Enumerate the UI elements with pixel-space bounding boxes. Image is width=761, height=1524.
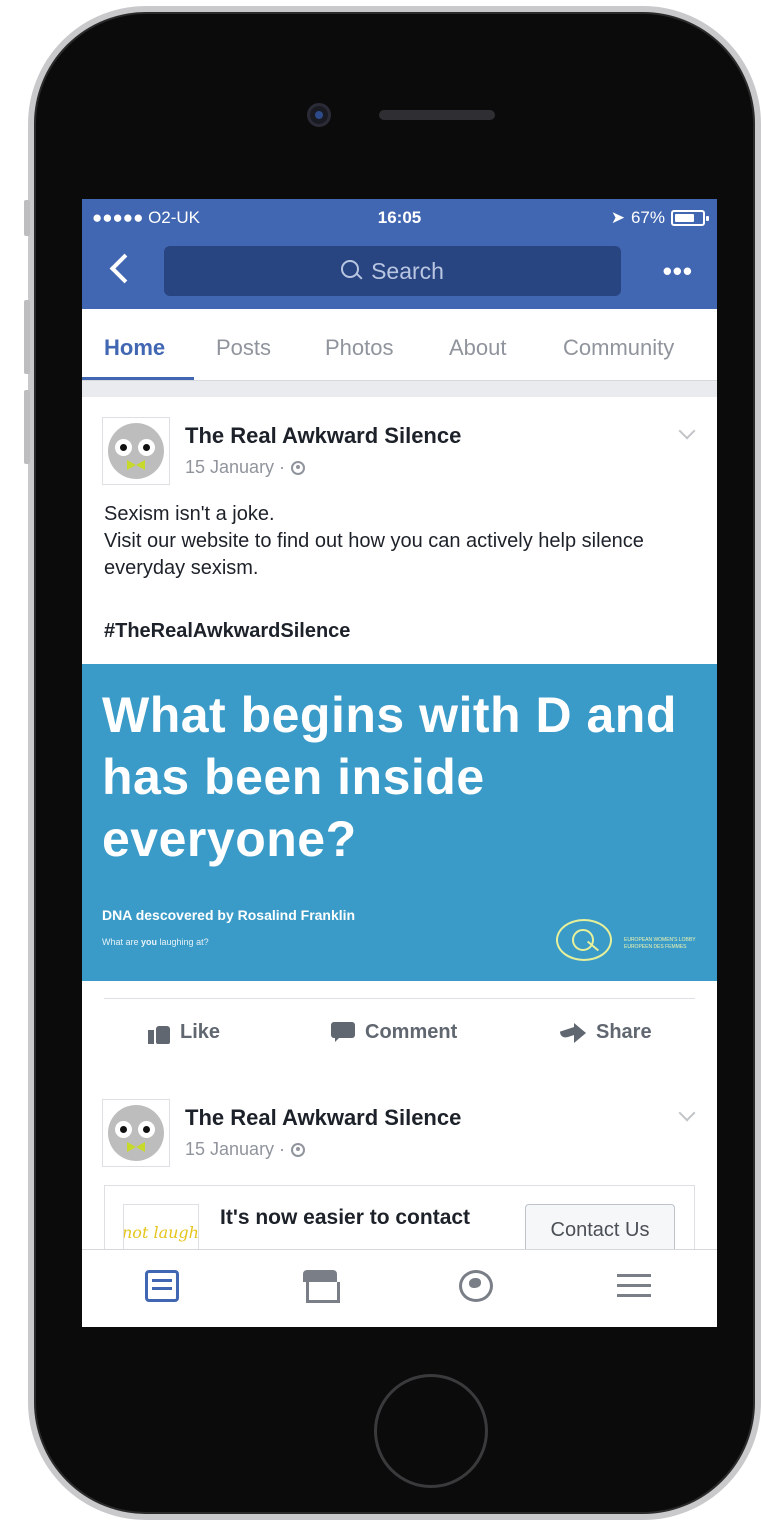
tab-photos[interactable]: Photos [325,335,394,361]
menu-icon[interactable] [617,1270,651,1302]
post-text: Sexism isn't a joke. Visit our website t… [104,501,704,582]
search-icon [341,260,363,282]
image-footer-suffix: laughing at? [157,937,209,947]
public-globe-icon [291,1142,306,1157]
share-arrow-icon [560,1022,586,1043]
post-image[interactable]: What begins with D and has been inside e… [82,664,717,981]
avatar-eye [138,1121,155,1138]
news-feed-icon[interactable] [145,1270,179,1302]
tab-about[interactable]: About [449,335,507,361]
search-input[interactable]: Search [164,246,621,296]
volume-up-button [24,300,30,374]
volume-down-button [24,390,30,464]
battery-percent: 67% [630,208,665,227]
post-hashtag[interactable]: #TheRealAwkwardSilence [104,620,350,643]
bottom-tab-bar [82,1249,717,1327]
avatar-eye [115,439,132,456]
status-right: ➤ 67% [610,208,709,228]
ewl-logo-text: EUROPEAN WOMEN'S LOBBY EUROPEEN DES FEMM… [624,937,696,950]
bowtie-icon [127,1142,145,1152]
marketplace-icon[interactable] [303,1270,340,1303]
thumbnail-text: not laughi [123,1223,199,1242]
contact-preview-title: It's now easier to contact [220,1206,471,1229]
actions-divider [104,998,695,999]
share-label: Share [596,1021,652,1043]
mute-switch [24,200,30,236]
like-label: Like [180,1021,221,1043]
post-meta: 15 January · [185,1139,306,1160]
avatar-eye [115,1121,132,1138]
search-placeholder: Search [371,257,444,284]
status-bar: ●●●●● O2-UK 16:05 ➤ 67% [82,199,717,237]
bowtie-icon [127,460,145,470]
post-meta: 15 January · [185,457,306,478]
post-date[interactable]: 15 January · [185,1139,285,1160]
front-camera [307,103,331,127]
back-button[interactable] [104,250,140,290]
comment-icon [331,1021,355,1044]
post-card: The Real Awkward Silence 15 January · no… [82,1081,717,1280]
post-author[interactable]: The Real Awkward Silence [185,1105,461,1131]
home-button[interactable] [374,1374,488,1488]
post-text-line: Visit our website to find out how you ca… [104,530,644,579]
more-options-button[interactable]: ••• [663,256,693,287]
notifications-globe-icon[interactable] [459,1270,493,1302]
image-headline: What begins with D and has been inside e… [102,687,677,867]
location-icon: ➤ [610,208,625,227]
post-date[interactable]: 15 January · [185,457,285,478]
thumbs-up-icon [148,1022,170,1044]
page-tabs: Home Posts Photos About Community [82,309,717,381]
chevron-down-icon[interactable] [678,1104,696,1122]
screen: ●●●●● O2-UK 16:05 ➤ 67% Search ••• Home … [82,199,717,1327]
tab-community[interactable]: Community [563,335,674,361]
ewl-logo-icon [556,919,612,961]
avatar-face [108,1105,164,1161]
earpiece-speaker [379,110,495,120]
battery-icon [671,210,709,226]
tab-home[interactable]: Home [104,335,165,361]
image-footer-prefix: What are [102,937,142,947]
comment-button[interactable]: Comment [331,1021,457,1044]
image-subline: DNA descovered by Rosalind Franklin [102,907,356,923]
avatar-eye [138,439,155,456]
image-footer-bold: you [141,937,158,947]
tab-posts[interactable]: Posts [216,335,271,361]
app-header: ●●●●● O2-UK 16:05 ➤ 67% Search ••• [82,199,717,309]
share-button[interactable]: Share [560,1021,652,1044]
chevron-down-icon[interactable] [678,422,696,440]
comment-label: Comment [365,1021,458,1043]
page-avatar[interactable] [102,417,170,485]
post-text-line: Sexism isn't a joke. [104,503,275,525]
public-globe-icon [291,460,306,475]
like-button[interactable]: Like [148,1021,220,1044]
page-avatar[interactable] [102,1099,170,1167]
avatar-face [108,423,164,479]
active-tab-indicator [82,377,194,380]
post-author[interactable]: The Real Awkward Silence [185,423,461,449]
image-footer: What are you laughing at? [102,937,209,947]
